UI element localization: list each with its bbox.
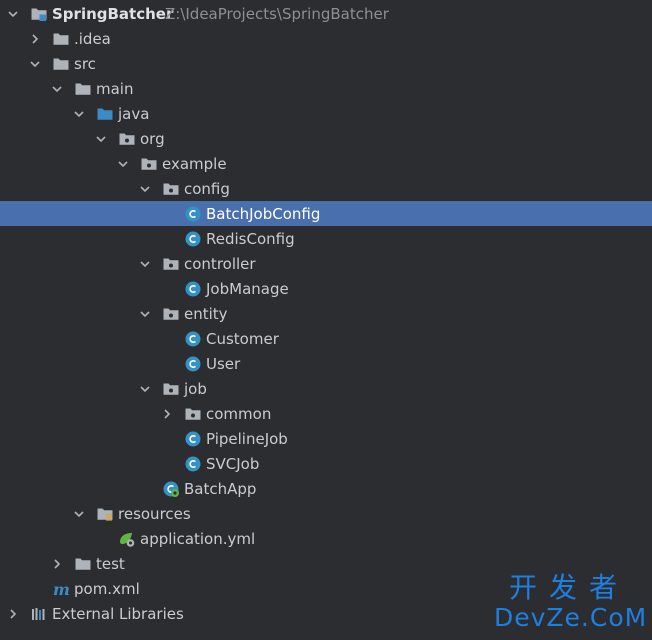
package-icon	[162, 380, 180, 398]
chevron-right-icon[interactable]	[160, 407, 174, 421]
tree-item-label: job	[184, 379, 207, 398]
resources-folder-icon	[96, 505, 114, 523]
java-class-icon	[184, 455, 202, 473]
package-icon	[162, 180, 180, 198]
chevron-right-icon[interactable]	[50, 557, 64, 571]
tree-item-label: entity	[184, 304, 228, 323]
tree-row-batchjobconfig[interactable]: BatchJobConfig	[0, 201, 652, 226]
java-class-icon	[184, 230, 202, 248]
chevron-down-icon[interactable]	[138, 257, 152, 271]
tree-row-jobmanage[interactable]: JobManage	[0, 276, 652, 301]
tree-item-label: User	[206, 354, 241, 373]
tree-row-entity[interactable]: entity	[0, 301, 652, 326]
tree-row-java[interactable]: java	[0, 101, 652, 126]
tree-item-label: controller	[184, 254, 256, 273]
tree-row-svcjob[interactable]: SVCJob	[0, 451, 652, 476]
tree-row-org[interactable]: org	[0, 126, 652, 151]
maven-icon: m	[52, 580, 70, 598]
package-icon	[184, 405, 202, 423]
tree-row-test[interactable]: test	[0, 551, 652, 576]
package-icon	[140, 155, 158, 173]
tree-row-common[interactable]: common	[0, 401, 652, 426]
chevron-right-icon[interactable]	[28, 32, 42, 46]
tree-row-main[interactable]: main	[0, 76, 652, 101]
tree-item-label: SVCJob	[206, 454, 260, 473]
java-class-icon	[184, 205, 202, 223]
package-icon	[162, 305, 180, 323]
tree-item-label: pom.xml	[74, 579, 140, 598]
spring-boot-class-icon	[162, 480, 180, 498]
tree-row-user[interactable]: User	[0, 351, 652, 376]
tree-item-label: main	[96, 79, 134, 98]
chevron-down-icon[interactable]	[50, 82, 64, 96]
tree-item-label: resources	[118, 504, 191, 523]
libraries-icon	[30, 605, 48, 623]
folder-icon	[74, 555, 92, 573]
tree-item-label: BatchApp	[184, 479, 257, 498]
svg-text:m: m	[53, 580, 70, 598]
package-icon	[118, 130, 136, 148]
project-path-hint: Z:\IdeaProjects\SpringBatcher	[165, 4, 389, 23]
tree-row-idea[interactable]: .idea	[0, 26, 652, 51]
tree-item-label: External Libraries	[52, 604, 184, 623]
tree-row-application-yml[interactable]: application.yml	[0, 526, 652, 551]
tree-item-label: RedisConfig	[206, 229, 295, 248]
project-tree: SpringBatcher Z:\IdeaProjects\SpringBatch…	[0, 0, 652, 640]
chevron-down-icon[interactable]	[72, 507, 86, 521]
chevron-down-icon[interactable]	[138, 307, 152, 321]
tree-row-batchapp[interactable]: BatchApp	[0, 476, 652, 501]
chevron-down-icon[interactable]	[94, 132, 108, 146]
module-folder-icon	[30, 5, 48, 23]
tree-item-label: Customer	[206, 329, 279, 348]
chevron-down-icon[interactable]	[72, 107, 86, 121]
chevron-down-icon[interactable]	[138, 182, 152, 196]
tree-item-label: JobManage	[206, 279, 289, 298]
tree-item-label: PipelineJob	[206, 429, 288, 448]
tree-item-label: BatchJobConfig	[206, 204, 321, 223]
package-icon	[162, 255, 180, 273]
tree-row-customer[interactable]: Customer	[0, 326, 652, 351]
tree-item-label: SpringBatcher	[52, 4, 174, 23]
tree-item-label: test	[96, 554, 125, 573]
tree-row-config[interactable]: config	[0, 176, 652, 201]
chevron-right-icon[interactable]	[6, 607, 20, 621]
tree-row-resources[interactable]: resources	[0, 501, 652, 526]
tree-item-label: src	[74, 54, 96, 73]
folder-icon	[74, 80, 92, 98]
java-class-icon	[184, 280, 202, 298]
chevron-down-icon[interactable]	[6, 7, 20, 21]
tree-row-springbatcher[interactable]: SpringBatcher Z:\IdeaProjects\SpringBatch…	[0, 1, 652, 26]
chevron-down-icon[interactable]	[116, 157, 130, 171]
chevron-down-icon[interactable]	[138, 382, 152, 396]
java-class-icon	[184, 330, 202, 348]
source-folder-icon	[96, 105, 114, 123]
folder-icon	[52, 30, 70, 48]
tree-item-label: common	[206, 404, 272, 423]
folder-icon	[52, 55, 70, 73]
tree-item-label: application.yml	[140, 529, 256, 548]
tree-row-example[interactable]: example	[0, 151, 652, 176]
tree-row-redisconfig[interactable]: RedisConfig	[0, 226, 652, 251]
tree-item-label: config	[184, 179, 230, 198]
tree-row-pom-xml[interactable]: m pom.xml	[0, 576, 652, 601]
tree-row-src[interactable]: src	[0, 51, 652, 76]
java-class-icon	[184, 355, 202, 373]
tree-item-label: .idea	[74, 29, 111, 48]
spring-yaml-icon	[118, 530, 136, 548]
tree-row-external-libraries[interactable]: External Libraries	[0, 601, 652, 626]
tree-row-pipelinejob[interactable]: PipelineJob	[0, 426, 652, 451]
tree-item-label: org	[140, 129, 165, 148]
chevron-down-icon[interactable]	[28, 57, 42, 71]
java-class-icon	[184, 430, 202, 448]
tree-row-job[interactable]: job	[0, 376, 652, 401]
tree-item-label: java	[118, 104, 150, 123]
tree-row-controller[interactable]: controller	[0, 251, 652, 276]
tree-item-label: example	[162, 154, 227, 173]
